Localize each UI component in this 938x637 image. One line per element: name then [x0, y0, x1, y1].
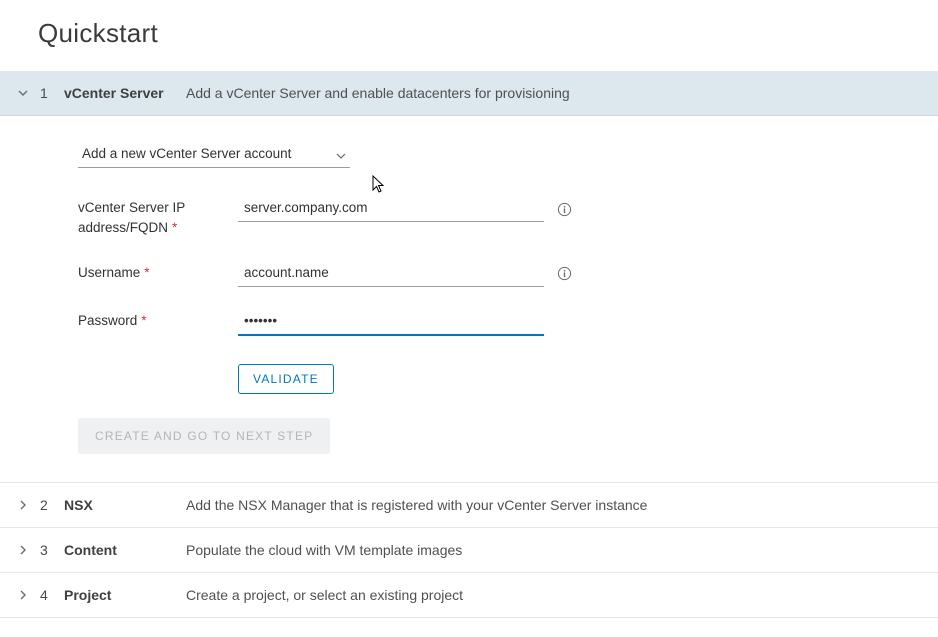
step-3-desc: Populate the cloud with VM template imag…	[186, 542, 462, 558]
username-label: Username *	[78, 261, 238, 283]
step-4-header[interactable]: 4 Project Create a project, or select an…	[0, 573, 938, 617]
account-select-wrap	[78, 142, 350, 168]
password-row: Password *	[78, 309, 938, 336]
server-label-text: vCenter Server IP address/FQDN	[78, 200, 185, 235]
create-row: Create and go to next step	[78, 418, 938, 454]
server-label: vCenter Server IP address/FQDN*	[78, 196, 238, 239]
username-label-text: Username	[78, 265, 140, 280]
info-icon[interactable]	[556, 201, 572, 217]
step-3: 3 Content Populate the cloud with VM tem…	[0, 528, 938, 573]
info-icon[interactable]	[556, 266, 572, 282]
username-input[interactable]	[238, 261, 544, 287]
step-4-desc: Create a project, or select an existing …	[186, 587, 463, 603]
server-input[interactable]	[238, 196, 544, 222]
step-1-body: vCenter Server IP address/FQDN* Username…	[0, 116, 938, 482]
required-mark: *	[141, 313, 146, 328]
step-4-title: Project	[64, 587, 186, 603]
step-2-header[interactable]: 2 NSX Add the NSX Manager that is regist…	[0, 483, 938, 527]
step-1-header[interactable]: 1 vCenter Server Add a vCenter Server an…	[0, 71, 938, 116]
account-select[interactable]	[78, 142, 350, 168]
chevron-right-icon	[16, 588, 30, 602]
password-label: Password *	[78, 309, 238, 331]
server-row: vCenter Server IP address/FQDN*	[78, 196, 938, 239]
chevron-down-icon	[16, 86, 30, 100]
step-4: 4 Project Create a project, or select an…	[0, 573, 938, 618]
step-2-title: NSX	[64, 497, 186, 513]
chevron-right-icon	[16, 498, 30, 512]
step-1-number: 1	[40, 85, 56, 101]
password-label-text: Password	[78, 313, 137, 328]
step-3-number: 3	[40, 542, 56, 558]
step-2-desc: Add the NSX Manager that is registered w…	[186, 497, 647, 513]
validate-button[interactable]: Validate	[238, 364, 334, 394]
step-3-header[interactable]: 3 Content Populate the cloud with VM tem…	[0, 528, 938, 572]
step-3-title: Content	[64, 542, 186, 558]
step-4-number: 4	[40, 587, 56, 603]
step-1: 1 vCenter Server Add a vCenter Server an…	[0, 71, 938, 483]
username-row: Username *	[78, 261, 938, 287]
step-2-number: 2	[40, 497, 56, 513]
step-1-desc: Add a vCenter Server and enable datacent…	[186, 85, 570, 101]
validate-row: Validate	[78, 364, 938, 394]
step-1-title: vCenter Server	[64, 85, 186, 101]
chevron-right-icon	[16, 543, 30, 557]
required-mark: *	[144, 265, 149, 280]
step-2: 2 NSX Add the NSX Manager that is regist…	[0, 483, 938, 528]
password-input[interactable]	[238, 309, 544, 336]
create-next-button: Create and go to next step	[78, 418, 330, 454]
page-title: Quickstart	[0, 0, 938, 71]
required-mark: *	[172, 220, 177, 235]
